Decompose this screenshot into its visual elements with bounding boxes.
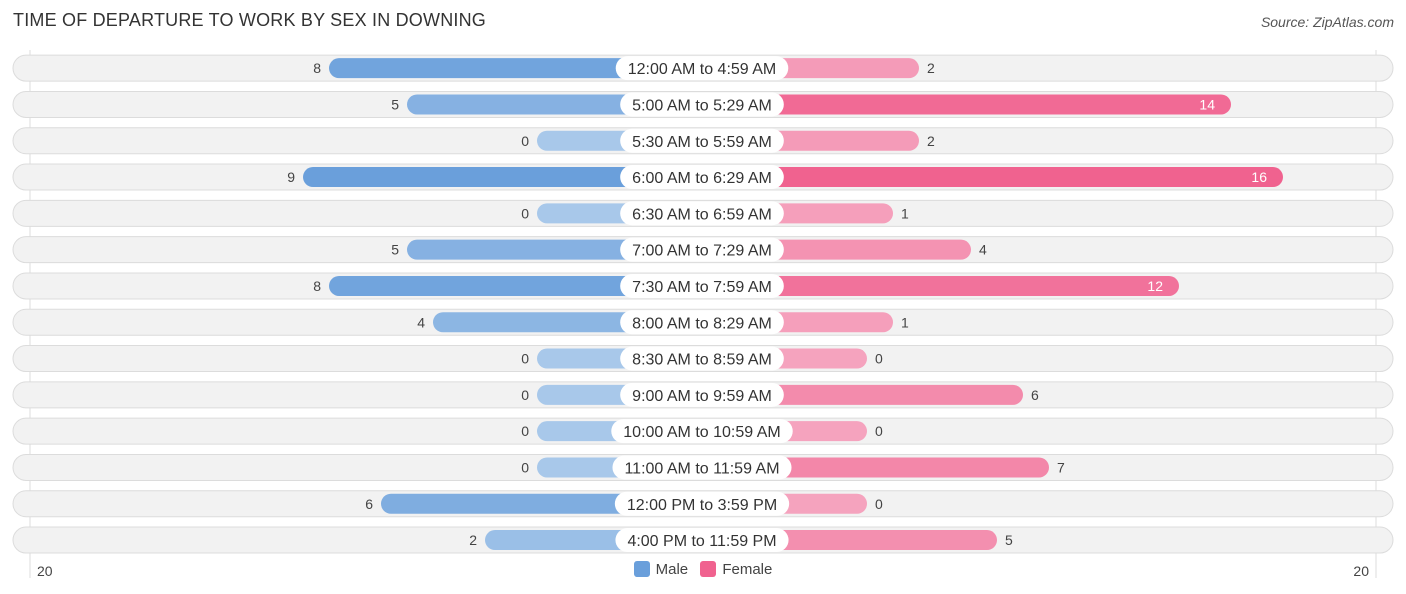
female-value-label: 0: [875, 423, 883, 439]
legend-label-male: Male: [655, 561, 689, 578]
category-label: 6:00 AM to 6:29 AM: [632, 170, 772, 187]
male-value-label: 0: [521, 459, 529, 475]
male-value-label: 0: [521, 387, 529, 403]
category-label: 7:30 AM to 7:59 AM: [632, 279, 772, 296]
category-label: 5:00 AM to 5:29 AM: [632, 97, 772, 114]
male-value-label: 5: [391, 96, 399, 112]
male-value-label: 0: [521, 133, 529, 149]
category-label: 7:00 AM to 7:29 AM: [632, 243, 772, 260]
female-value-label: 4: [979, 242, 987, 258]
category-label: 12:00 AM to 4:59 AM: [628, 61, 777, 78]
category-label: 8:30 AM to 8:59 AM: [632, 352, 772, 369]
female-swatch: [700, 561, 717, 577]
category-label: 6:30 AM to 6:59 AM: [632, 206, 772, 223]
chart-area: 8 212:00 AM to 4:59 AM5 145:00 AM to 5:29 …: [12, 50, 1394, 578]
category-label: 11:00 AM to 11:59 AM: [624, 460, 779, 477]
female-value-label: 1: [901, 314, 909, 330]
female-bar: [702, 167, 1283, 188]
legend-item-male: Male: [633, 561, 689, 578]
category-label: 12:00 PM to 3:59 PM: [627, 497, 777, 514]
female-value-label: 2: [927, 133, 935, 149]
male-value-label: 0: [521, 423, 529, 439]
female-value-label: 5: [1005, 532, 1013, 548]
male-value-label: 0: [521, 205, 529, 221]
female-value-label: 0: [875, 496, 883, 512]
female-value-label: 14: [1199, 96, 1215, 112]
male-value-label: 0: [521, 351, 529, 367]
female-value-label: 2: [927, 60, 935, 76]
legend-label-female: Female: [722, 561, 773, 578]
male-value-label: 9: [287, 169, 295, 185]
category-label: 4:00 PM to 11:59 PM: [627, 533, 776, 550]
male-value-label: 8: [313, 278, 321, 294]
female-value-label: 12: [1147, 278, 1163, 294]
legend-item-female: Female: [700, 561, 772, 578]
female-value-label: 0: [875, 351, 883, 367]
female-value-label: 7: [1057, 459, 1065, 475]
legend: Male Female: [0, 561, 1406, 578]
male-value-label: 2: [469, 532, 477, 548]
male-value-label: 5: [391, 242, 399, 258]
female-value-label: 6: [1031, 387, 1039, 403]
male-value-label: 8: [313, 60, 321, 76]
male-value-label: 6: [365, 496, 373, 512]
category-label: 10:00 AM to 10:59 AM: [623, 424, 780, 441]
male-value-label: 4: [417, 314, 425, 330]
category-label: 8:00 AM to 8:29 AM: [632, 315, 772, 332]
category-label: 5:30 AM to 5:59 AM: [632, 134, 772, 151]
male-swatch: [633, 561, 650, 577]
female-value-label: 16: [1251, 169, 1267, 185]
category-label: 9:00 AM to 9:59 AM: [632, 388, 772, 405]
female-value-label: 1: [901, 205, 909, 221]
